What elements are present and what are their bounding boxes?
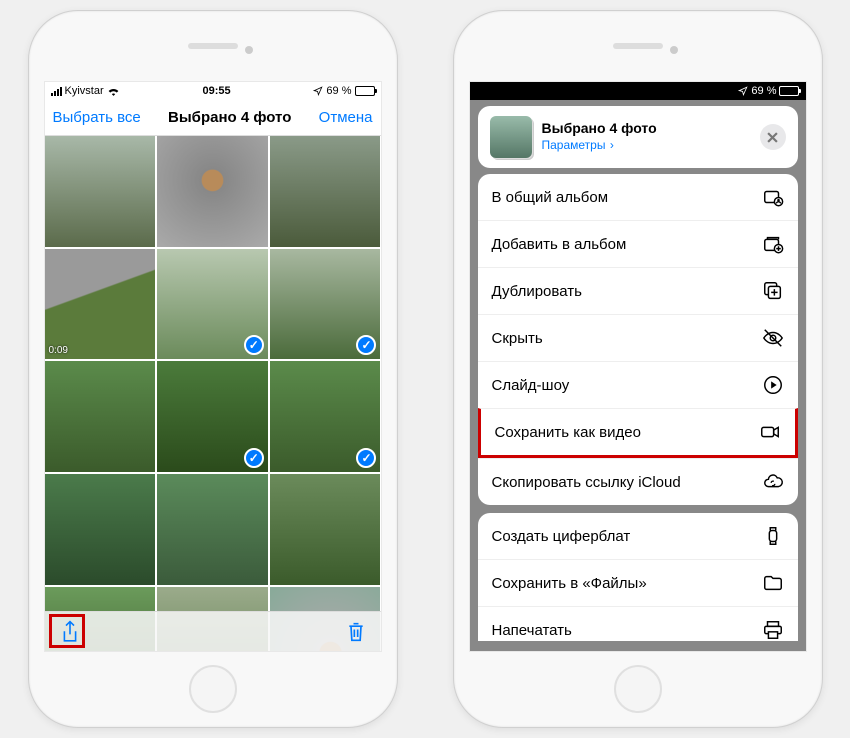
action-row[interactable]: Слайд-шоу — [478, 361, 798, 408]
battery-icon — [355, 86, 375, 96]
folder-icon — [762, 572, 784, 594]
photo-thumb[interactable] — [157, 474, 268, 585]
phone-right: 69 % Выбрано 4 фото Параметры › В — [453, 10, 823, 728]
action-row[interactable]: Скопировать ссылку iCloud — [478, 458, 798, 505]
photo-thumb[interactable]: ✓ — [270, 249, 381, 360]
watch-icon — [762, 525, 784, 547]
action-label: Напечатать — [492, 622, 572, 639]
action-label: Дублировать — [492, 283, 582, 300]
photo-thumb[interactable]: 0:09 — [45, 249, 156, 360]
status-time: 09:55 — [202, 85, 230, 97]
action-row[interactable]: Сохранить как видео — [478, 408, 798, 458]
home-button[interactable] — [614, 665, 662, 713]
action-row[interactable]: Добавить в альбом — [478, 220, 798, 267]
duplicate-icon — [762, 280, 784, 302]
chevron-right-icon: › — [610, 138, 614, 152]
photo-thumb[interactable] — [270, 136, 381, 247]
sheet-params-link[interactable]: Параметры › — [542, 136, 760, 154]
photo-thumb[interactable] — [45, 361, 156, 472]
action-row[interactable]: Скрыть — [478, 314, 798, 361]
photo-thumb[interactable] — [45, 136, 156, 247]
phone-camera — [245, 46, 253, 54]
share-sheet: Выбрано 4 фото Параметры › В общий альбо… — [470, 100, 806, 651]
hide-icon — [762, 327, 784, 349]
wifi-icon — [107, 86, 120, 96]
location-icon — [313, 86, 323, 96]
sheet-params-label: Параметры — [542, 138, 606, 152]
photo-thumb[interactable]: ✓ — [157, 249, 268, 360]
check-icon: ✓ — [356, 448, 376, 468]
video-icon — [759, 421, 781, 443]
trash-icon — [346, 621, 366, 643]
video-duration: 0:09 — [49, 345, 68, 356]
signal-icon — [51, 87, 62, 96]
cancel-button[interactable]: Отмена — [319, 109, 373, 126]
nav-bar: Выбрать все Выбрано 4 фото Отмена — [45, 100, 381, 136]
close-button[interactable] — [760, 124, 786, 150]
action-label: Скрыть — [492, 330, 543, 347]
action-row[interactable]: Дублировать — [478, 267, 798, 314]
phone-speaker — [613, 43, 663, 49]
phone-left: Kyivstar 09:55 69 % Выбрать все Выбрано … — [28, 10, 398, 728]
check-icon: ✓ — [244, 448, 264, 468]
action-label: Создать циферблат — [492, 528, 631, 545]
sheet-header: Выбрано 4 фото Параметры › — [478, 106, 798, 168]
shared-album-icon — [762, 186, 784, 208]
battery-icon — [779, 86, 799, 96]
trash-button[interactable] — [341, 617, 371, 647]
share-button[interactable] — [55, 617, 85, 647]
photo-thumb[interactable] — [157, 136, 268, 247]
share-icon — [60, 620, 80, 644]
action-row[interactable]: Создать циферблат — [478, 513, 798, 559]
action-label: Слайд-шоу — [492, 377, 570, 394]
phone-speaker — [188, 43, 238, 49]
status-bar: Kyivstar 09:55 69 % — [45, 82, 381, 100]
photo-thumb[interactable]: ✓ — [157, 361, 268, 472]
photo-grid: 0:09 ✓ ✓ ✓ ✓ — [45, 136, 381, 652]
add-album-icon — [762, 233, 784, 255]
photo-thumb[interactable]: ✓ — [270, 361, 381, 472]
check-icon: ✓ — [356, 335, 376, 355]
toolbar — [45, 611, 381, 651]
close-icon — [767, 132, 778, 143]
status-bar: 69 % — [470, 82, 806, 100]
select-all-button[interactable]: Выбрать все — [53, 109, 141, 126]
nav-title: Выбрано 4 фото — [168, 109, 291, 126]
action-label: Добавить в альбом — [492, 236, 627, 253]
home-button[interactable] — [189, 665, 237, 713]
location-icon — [738, 86, 748, 96]
screen-share-sheet: 69 % Выбрано 4 фото Параметры › В — [469, 81, 807, 652]
print-icon — [762, 619, 784, 641]
check-icon: ✓ — [244, 335, 264, 355]
action-label: Сохранить в «Файлы» — [492, 575, 647, 592]
action-row[interactable]: Сохранить в «Файлы» — [478, 559, 798, 606]
action-row[interactable]: В общий альбом — [478, 174, 798, 220]
battery-percent: 69 % — [326, 85, 351, 97]
battery-percent: 69 % — [751, 85, 776, 97]
action-row[interactable]: Напечатать — [478, 606, 798, 641]
carrier-label: Kyivstar — [65, 85, 104, 97]
photo-thumb[interactable] — [270, 474, 381, 585]
phone-camera — [670, 46, 678, 54]
play-icon — [762, 374, 784, 396]
sheet-title: Выбрано 4 фото — [542, 120, 760, 136]
actions-list-1: В общий альбом Добавить в альбом Дублирова… — [478, 174, 798, 505]
cloud-link-icon — [762, 471, 784, 493]
sheet-thumbnail — [490, 116, 532, 158]
photo-thumb[interactable] — [45, 474, 156, 585]
action-label: Сохранить как видео — [495, 424, 641, 441]
screen-photos: Kyivstar 09:55 69 % Выбрать все Выбрано … — [44, 81, 382, 652]
action-label: В общий альбом — [492, 189, 609, 206]
actions-list-2: Создать циферблат Сохранить в «Файлы» Напе… — [478, 513, 798, 641]
action-label: Скопировать ссылку iCloud — [492, 474, 681, 491]
